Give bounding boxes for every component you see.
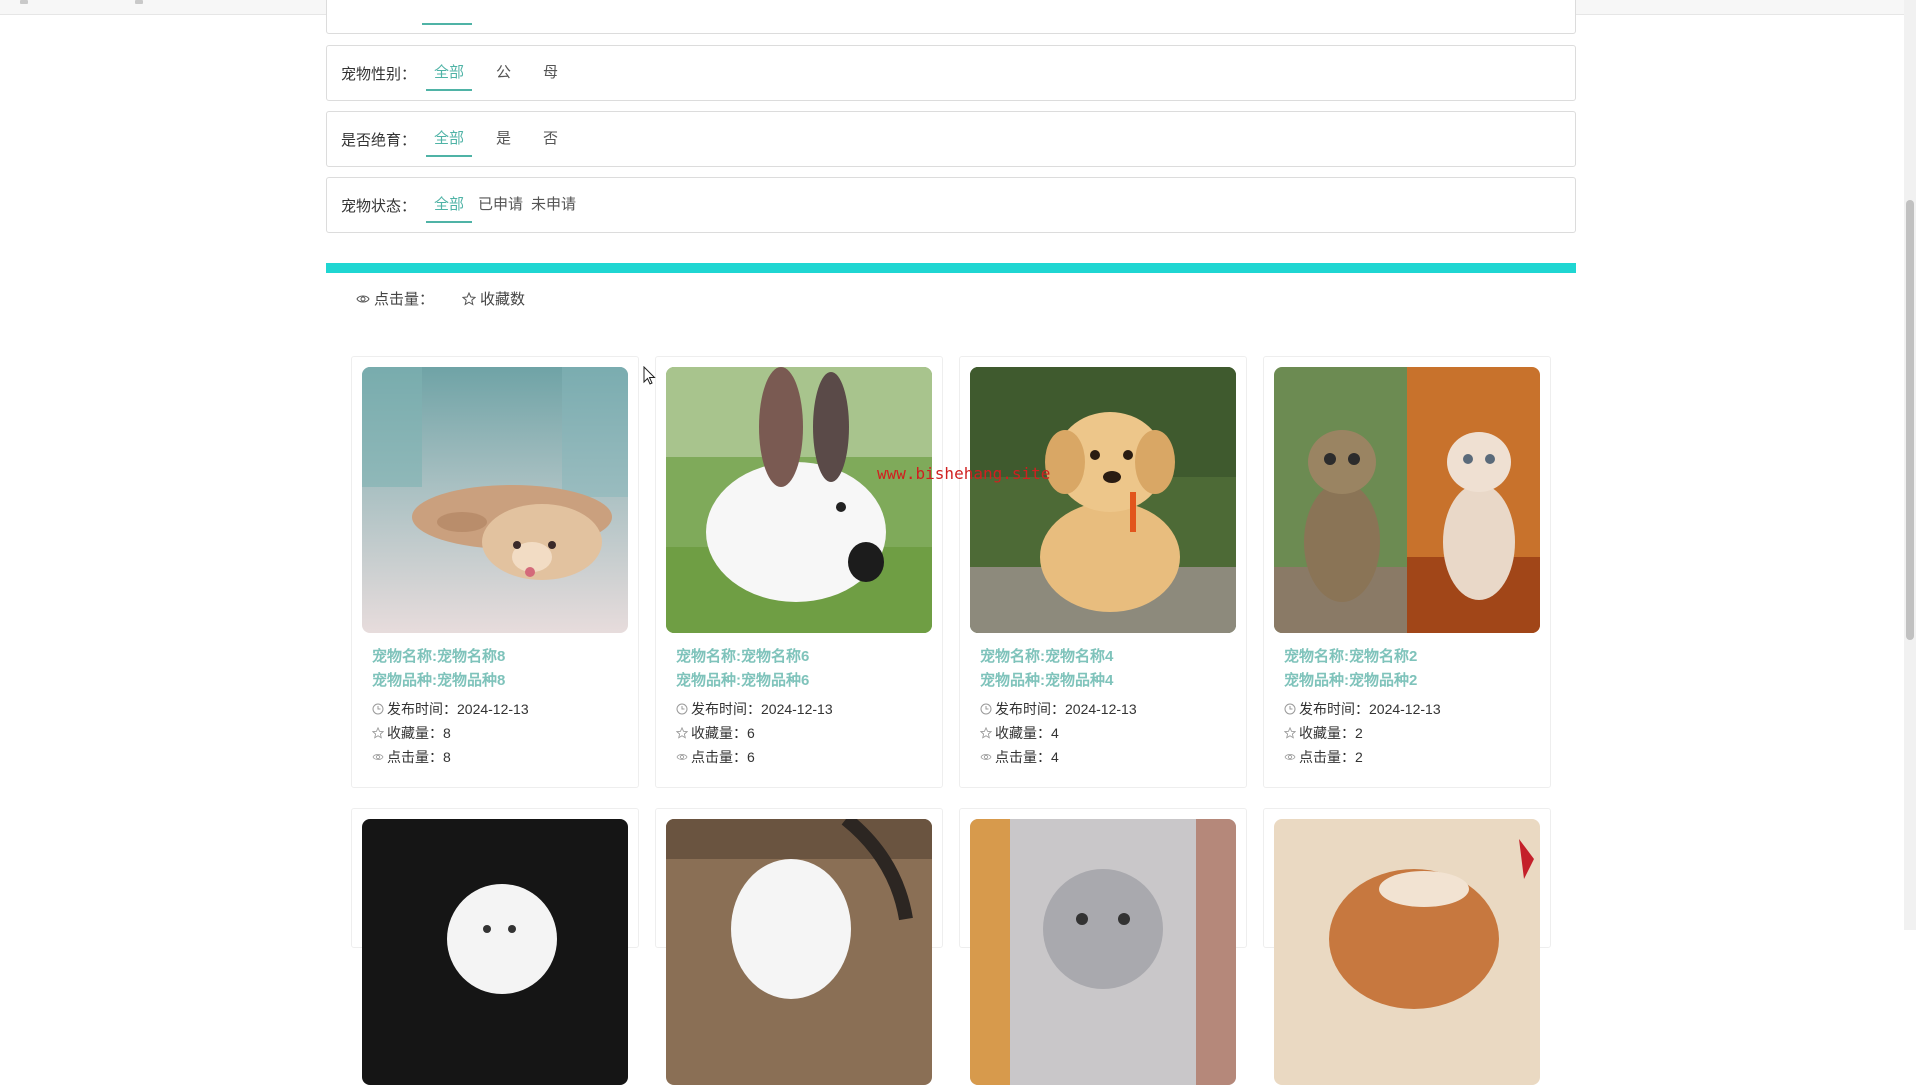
watermark-text: www.bishehang.site (877, 464, 1051, 483)
sort-clicks-label: 点击量： (374, 291, 435, 308)
pet-name[interactable]: 宠物名称:宠物名称8 (372, 645, 505, 669)
pet-card[interactable] (351, 808, 639, 1085)
pet-card[interactable]: 宠物名称:宠物名称4 宠物品种:宠物品种4 发布时间：2024-12-13 收藏… (959, 356, 1247, 788)
pet-title[interactable]: 宠物名称:宠物名称8 宠物品种:宠物品种8 (372, 645, 505, 693)
publish-time: 发布时间：2024-12-13 (372, 699, 529, 719)
pet-name[interactable]: 宠物名称:宠物名称2 (1284, 645, 1417, 669)
favorites-count: 收藏量：8 (372, 723, 451, 743)
pet-card[interactable]: 宠物名称:宠物名称8 宠物品种:宠物品种8 发布时间：2024-12-13 收藏… (351, 356, 639, 788)
filter-row-neutered: 是否绝育： 全部 是 否 (326, 111, 1576, 167)
pet-breed[interactable]: 宠物品种:宠物品种4 (980, 669, 1113, 693)
filter-option-male[interactable]: 公 (488, 45, 519, 101)
pet-photo[interactable] (1274, 819, 1540, 1085)
clicks-text: 点击量：4 (995, 749, 1059, 765)
sort-by-clicks[interactable]: 点击量： (356, 288, 434, 309)
section-divider-bar (326, 263, 1576, 273)
clicks-text: 点击量：6 (691, 749, 755, 765)
clicks-count: 点击量：2 (1284, 747, 1363, 767)
clicks-text: 点击量：2 (1299, 749, 1363, 765)
favorites-count: 收藏量：4 (980, 723, 1059, 743)
pet-photo[interactable] (666, 819, 932, 1085)
pet-breed[interactable]: 宠物品种:宠物品种8 (372, 669, 505, 693)
pet-photo[interactable] (362, 367, 628, 633)
pet-name[interactable]: 宠物名称:宠物名称6 (676, 645, 809, 669)
pet-breed[interactable]: 宠物品种:宠物品种6 (676, 669, 809, 693)
filter-label: 宠物性别： (341, 65, 417, 83)
mouse-cursor-icon (643, 365, 657, 391)
publish-time-text: 发布时间：2024-12-13 (1299, 701, 1441, 717)
favorites-text: 收藏量：6 (691, 725, 755, 741)
favorites-text: 收藏量：8 (387, 725, 451, 741)
toolbar-icon[interactable] (135, 0, 143, 4)
star-icon (372, 727, 384, 739)
clock-icon (1284, 703, 1296, 715)
filter-row-status: 宠物状态： 全部 已申请 未申请 (326, 177, 1576, 233)
sort-bar: 点击量： 收藏数 (356, 288, 525, 309)
star-icon (462, 291, 477, 306)
star-icon (676, 727, 688, 739)
pet-photo[interactable] (970, 367, 1236, 633)
filter-row-gender: 宠物性别： 全部 公 母 (326, 45, 1576, 101)
publish-time-text: 发布时间：2024-12-13 (387, 701, 529, 717)
filter-option-female[interactable]: 母 (535, 45, 566, 101)
pet-photo[interactable] (970, 819, 1236, 1085)
clicks-text: 点击量：8 (387, 749, 451, 765)
pet-card[interactable] (1263, 808, 1551, 1085)
filter-label: 是否绝育： (341, 131, 417, 149)
pet-photo[interactable] (362, 819, 628, 1085)
favorites-text: 收藏量：2 (1299, 725, 1363, 741)
favorites-count: 收藏量：2 (1284, 723, 1363, 743)
active-tab-underline (422, 23, 472, 25)
eye-icon (1284, 752, 1296, 762)
pet-name[interactable]: 宠物名称:宠物名称4 (980, 645, 1113, 669)
pet-card[interactable] (959, 808, 1247, 1085)
sort-by-favorites[interactable]: 收藏数 (462, 288, 525, 309)
filter-option-all[interactable]: 全部 (426, 177, 473, 233)
pet-card[interactable]: 宠物名称:宠物名称6 宠物品种:宠物品种6 发布时间：2024-12-13 收藏… (655, 356, 943, 788)
eye-icon (372, 752, 384, 762)
publish-time: 发布时间：2024-12-13 (980, 699, 1137, 719)
clicks-count: 点击量：4 (980, 747, 1059, 767)
pet-card[interactable] (655, 808, 943, 1085)
eye-icon (356, 293, 370, 305)
filter-option-yes[interactable]: 是 (488, 111, 519, 167)
pet-card[interactable]: 宠物名称:宠物名称2 宠物品种:宠物品种2 发布时间：2024-12-13 收藏… (1263, 356, 1551, 788)
star-icon (980, 727, 992, 739)
favorites-count: 收藏量：6 (676, 723, 755, 743)
publish-time: 发布时间：2024-12-13 (1284, 699, 1441, 719)
publish-time-text: 发布时间：2024-12-13 (995, 701, 1137, 717)
clicks-count: 点击量：8 (372, 747, 451, 767)
star-icon (1284, 727, 1296, 739)
pet-title[interactable]: 宠物名称:宠物名称2 宠物品种:宠物品种2 (1284, 645, 1417, 693)
clicks-count: 点击量：6 (676, 747, 755, 767)
pet-photo[interactable] (666, 367, 932, 633)
filter-row-type (326, 0, 1576, 34)
scrollbar-thumb[interactable] (1906, 200, 1914, 640)
filter-option-all[interactable]: 全部 (426, 45, 473, 101)
eye-icon (676, 752, 688, 762)
pet-breed[interactable]: 宠物品种:宠物品种2 (1284, 669, 1417, 693)
sort-favorites-label: 收藏数 (480, 291, 526, 308)
toolbar-icon[interactable] (20, 0, 28, 4)
publish-time-text: 发布时间：2024-12-13 (691, 701, 833, 717)
vertical-scrollbar[interactable] (1904, 0, 1916, 930)
filter-option-applied[interactable]: 已申请 (476, 177, 525, 233)
filter-option-no[interactable]: 否 (535, 111, 566, 167)
filter-option-not-applied[interactable]: 未申请 (525, 177, 582, 233)
filter-option-all[interactable]: 全部 (426, 111, 473, 167)
favorites-text: 收藏量：4 (995, 725, 1059, 741)
filter-label: 宠物状态： (341, 197, 417, 215)
pet-title[interactable]: 宠物名称:宠物名称4 宠物品种:宠物品种4 (980, 645, 1113, 693)
publish-time: 发布时间：2024-12-13 (676, 699, 833, 719)
pet-photo[interactable] (1274, 367, 1540, 633)
clock-icon (372, 703, 384, 715)
pet-title[interactable]: 宠物名称:宠物名称6 宠物品种:宠物品种6 (676, 645, 809, 693)
clock-icon (676, 703, 688, 715)
eye-icon (980, 752, 992, 762)
clock-icon (980, 703, 992, 715)
